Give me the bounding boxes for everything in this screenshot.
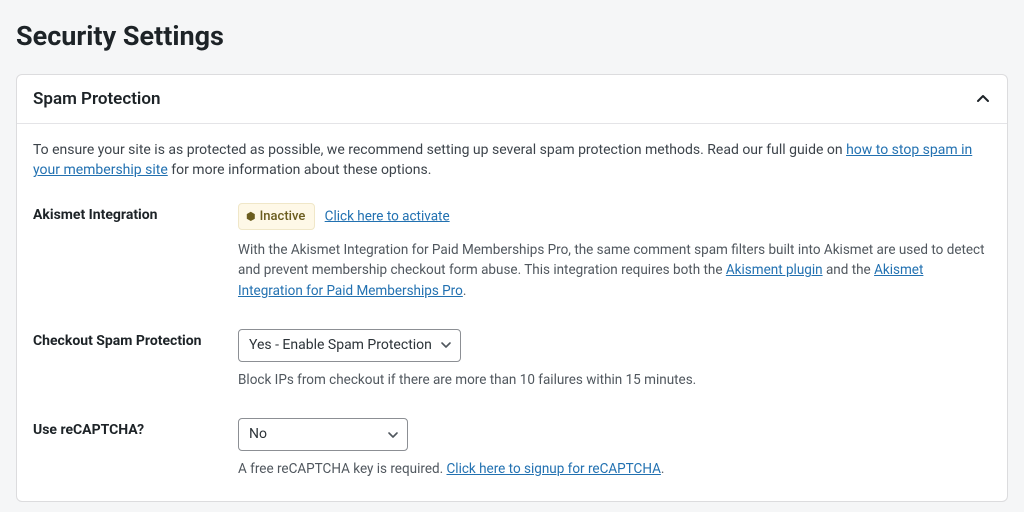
akismet-description: With the Akismet Integration for Paid Me… [238,240,991,301]
checkout-spam-value: Yes - Enable Spam Protection [249,335,432,356]
intro-text-pre: To ensure your site is as protected as p… [33,142,846,158]
activate-link[interactable]: Click here to activate [325,208,450,224]
warning-icon: ⬢ [246,211,256,222]
chevron-up-icon [975,91,991,107]
recaptcha-label: Use reCAPTCHA? [33,418,238,438]
recaptcha-helper: A free reCAPTCHA key is required. Click … [238,459,991,479]
akismet-label: Akismet Integration [33,203,238,223]
chevron-down-icon [440,339,452,351]
panel-intro: To ensure your site is as protected as p… [33,140,991,181]
panel-header-toggle[interactable]: Spam Protection [17,75,1007,124]
checkout-spam-helper: Block IPs from checkout if there are mor… [238,370,991,390]
spam-protection-panel: Spam Protection To ensure your site is a… [16,74,1008,502]
recaptcha-row: Use reCAPTCHA? No A free reCAPTCHA key i… [33,418,991,479]
status-badge: ⬢ Inactive [238,203,315,231]
akismet-row: Akismet Integration ⬢ Inactive Click her… [33,203,991,301]
recaptcha-helper-post: . [661,461,665,477]
recaptcha-value: No [249,424,267,445]
checkout-spam-row: Checkout Spam Protection Yes - Enable Sp… [33,329,991,390]
checkout-spam-label: Checkout Spam Protection [33,329,238,349]
akismet-desc-post: . [463,283,467,299]
checkout-spam-select[interactable]: Yes - Enable Spam Protection [238,329,461,362]
panel-title: Spam Protection [33,89,160,109]
chevron-down-icon [387,429,399,441]
recaptcha-helper-pre: A free reCAPTCHA key is required. [238,461,447,477]
akisment-plugin-link[interactable]: Akisment plugin [726,262,823,278]
recaptcha-select[interactable]: No [238,418,408,451]
akismet-mid: and the [823,262,874,278]
intro-text-post: for more information about these options… [168,162,432,178]
panel-body: To ensure your site is as protected as p… [17,124,1007,501]
status-badge-text: Inactive [260,207,306,227]
recaptcha-signup-link[interactable]: Click here to signup for reCAPTCHA [447,461,661,477]
page-title: Security Settings [16,20,1008,52]
